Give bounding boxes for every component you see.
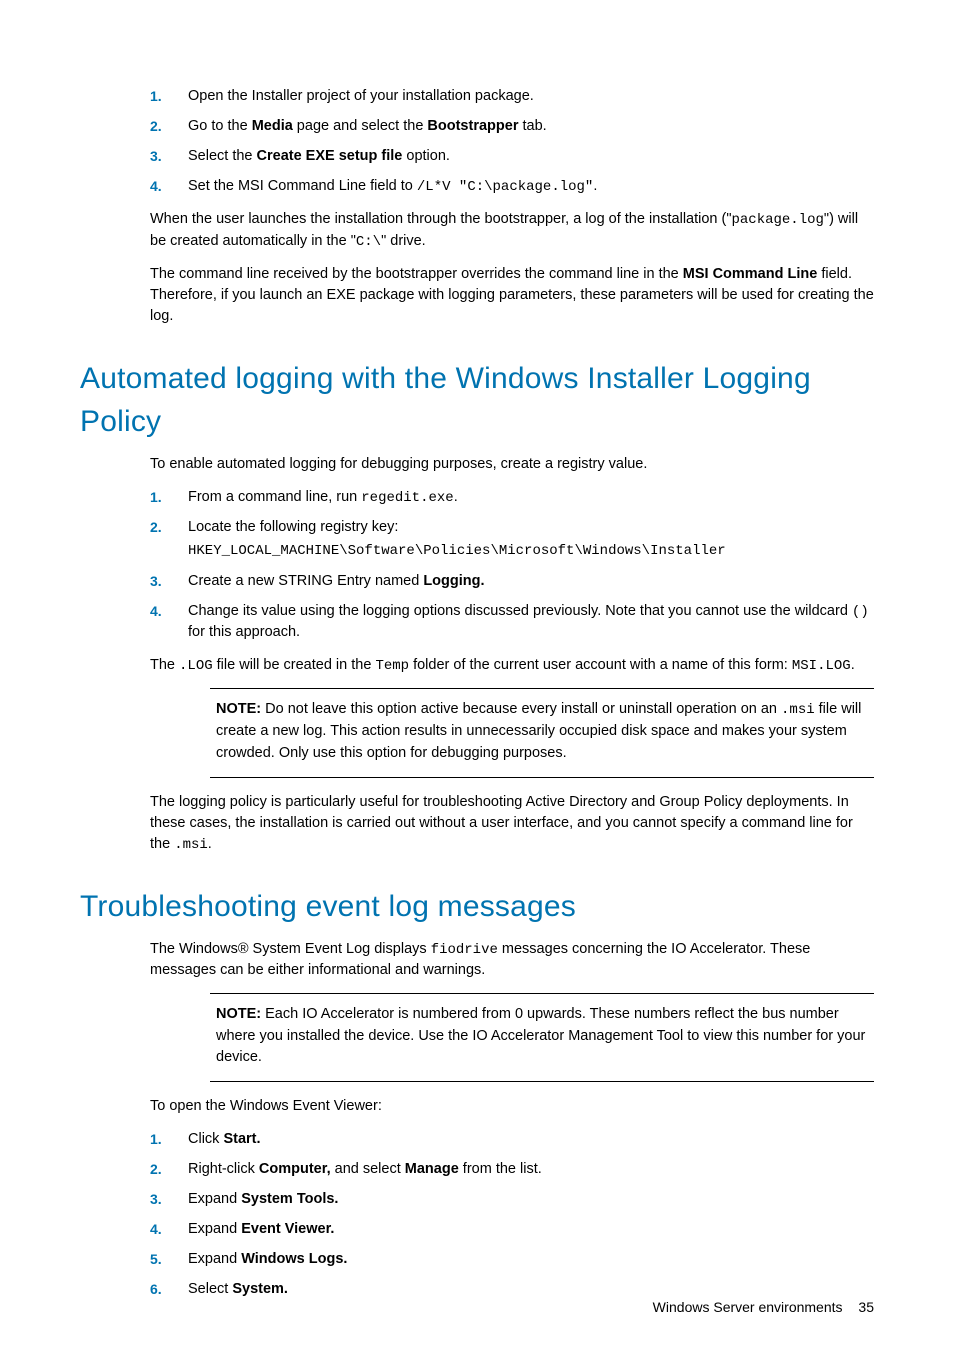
list-item: 3. Expand System Tools. <box>150 1189 874 1210</box>
note-label: NOTE: <box>216 1006 261 1022</box>
list-item: 1. Click Start. <box>150 1129 874 1150</box>
intro-block: 1. Open the Installer project of your in… <box>150 86 874 327</box>
list-item: 1. Open the Installer project of your in… <box>150 86 874 107</box>
heading-automated-logging: Automated logging with the Windows Insta… <box>80 357 874 444</box>
list-event-viewer-steps: 1. Click Start. 2. Right-click Computer,… <box>150 1129 874 1300</box>
paragraph: To enable automated logging for debuggin… <box>150 454 874 475</box>
list-text: Select System. <box>188 1281 288 1297</box>
note-box: NOTE: Do not leave this option active be… <box>210 688 874 778</box>
list-text: Click Start. <box>188 1131 261 1147</box>
list-text: Expand Windows Logs. <box>188 1251 347 1267</box>
heading-troubleshooting: Troubleshooting event log messages <box>80 885 874 929</box>
list-item: 5. Expand Windows Logs. <box>150 1249 874 1270</box>
autolog-block: To enable automated logging for debuggin… <box>150 454 874 855</box>
list-item: 2. Right-click Computer, and select Mana… <box>150 1159 874 1180</box>
paragraph: The Windows® System Event Log displays f… <box>150 939 874 981</box>
page-footer: Windows Server environments 35 <box>653 1297 874 1317</box>
list-installer-steps: 1. Open the Installer project of your in… <box>150 86 874 197</box>
list-text: Open the Installer project of your insta… <box>188 88 534 104</box>
list-text: Right-click Computer, and select Manage … <box>188 1161 542 1177</box>
list-item: 2. Go to the Media page and select the B… <box>150 116 874 137</box>
list-item: 4. Set the MSI Command Line field to /L*… <box>150 176 874 197</box>
list-item: 2. Locate the following registry key: HK… <box>150 517 874 561</box>
list-item: 3. Create a new STRING Entry named Loggi… <box>150 571 874 592</box>
page-number: 35 <box>858 1299 874 1315</box>
paragraph: When the user launches the installation … <box>150 209 874 252</box>
page: 1. Open the Installer project of your in… <box>0 0 954 1362</box>
list-text: Set the MSI Command Line field to /L*V "… <box>188 178 597 194</box>
list-item: 1. From a command line, run regedit.exe. <box>150 487 874 508</box>
paragraph: The .LOG file will be created in the Tem… <box>150 655 874 676</box>
list-text: Locate the following registry key: <box>188 519 398 535</box>
list-item: 4. Change its value using the logging op… <box>150 601 874 643</box>
list-text: Create a new STRING Entry named Logging. <box>188 573 485 589</box>
list-text: Change its value using the logging optio… <box>188 603 869 640</box>
note-box: NOTE: Each IO Accelerator is numbered fr… <box>210 993 874 1082</box>
trouble-block: The Windows® System Event Log displays f… <box>150 939 874 1301</box>
paragraph: To open the Windows Event Viewer: <box>150 1096 874 1117</box>
list-registry-steps: 1. From a command line, run regedit.exe.… <box>150 487 874 643</box>
paragraph: The command line received by the bootstr… <box>150 264 874 327</box>
note-label: NOTE: <box>216 701 261 717</box>
list-text: Go to the Media page and select the Boot… <box>188 118 547 134</box>
footer-section: Windows Server environments <box>653 1299 843 1315</box>
list-item: 3. Select the Create EXE setup file opti… <box>150 146 874 167</box>
list-text: Expand System Tools. <box>188 1191 338 1207</box>
list-text: From a command line, run regedit.exe. <box>188 489 458 505</box>
registry-key: HKEY_LOCAL_MACHINE\Software\Policies\Mic… <box>188 543 726 559</box>
list-text: Select the Create EXE setup file option. <box>188 148 450 164</box>
paragraph: The logging policy is particularly usefu… <box>150 792 874 855</box>
list-item: 4. Expand Event Viewer. <box>150 1219 874 1240</box>
